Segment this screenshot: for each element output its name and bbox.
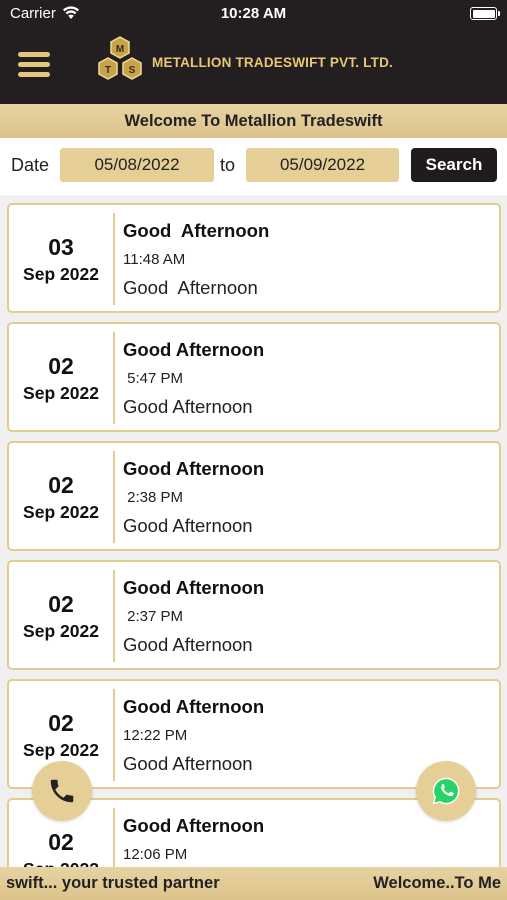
message-month: Sep 2022 xyxy=(23,621,99,641)
message-title: Good Afternoon xyxy=(123,815,265,836)
message-title: Good Afternoon xyxy=(123,220,270,241)
message-time: 2:37 PM xyxy=(123,608,184,625)
message-month: Sep 2022 xyxy=(23,383,99,403)
ticker-text-right: Welcome..To Me xyxy=(373,874,501,892)
message-time: 11:48 AM xyxy=(123,251,186,268)
message-day: 02 xyxy=(48,353,74,379)
card-divider xyxy=(113,332,115,424)
message-body: Good Afternoon xyxy=(123,634,253,655)
message-card[interactable]: 02 Sep 2022 Good Afternoon 2:37 PM Good … xyxy=(7,560,501,670)
message-body: Good Afternoon xyxy=(123,515,253,536)
message-month: Sep 2022 xyxy=(9,859,113,867)
logo-letter-t: T xyxy=(105,65,111,76)
message-time: 2:38 PM xyxy=(123,489,184,506)
date-filter: Date 05/08/2022 to 05/09/2022 Search xyxy=(0,138,507,192)
hamburger-menu-icon[interactable] xyxy=(18,52,50,78)
message-body: Good Afternoon xyxy=(123,396,253,417)
message-body: Good Afternoon xyxy=(123,753,253,774)
search-button[interactable]: Search xyxy=(411,148,497,182)
message-month: Sep 2022 xyxy=(23,502,99,522)
call-button[interactable] xyxy=(32,761,92,821)
message-date: 03 Sep 2022 xyxy=(9,205,113,311)
message-day: 02 xyxy=(48,710,74,736)
card-divider xyxy=(113,689,115,781)
message-title: Good Afternoon xyxy=(123,577,265,598)
message-time: 12:06 PM xyxy=(123,846,188,863)
logo-letter-s: S xyxy=(129,65,136,76)
message-title: Good Afternoon xyxy=(123,696,265,717)
phone-icon xyxy=(50,779,74,803)
battery-icon xyxy=(470,7,500,20)
logo-letter-m: M xyxy=(116,44,124,55)
card-divider xyxy=(113,451,115,543)
message-title: Good Afternoon xyxy=(123,339,265,360)
message-card[interactable]: 02 Sep 2022 Good Afternoon 5:47 PM Good … xyxy=(7,322,501,432)
message-day: 03 xyxy=(48,234,74,260)
to-label: to xyxy=(220,155,236,175)
message-body: Good Afternoon xyxy=(123,277,258,298)
message-day: 02 xyxy=(48,829,74,855)
message-card[interactable]: 02 Sep 2022 Good Afternoon 2:38 PM Good … xyxy=(7,441,501,551)
message-day: 02 xyxy=(48,472,74,498)
news-ticker: swift... your trusted partner Welcome..T… xyxy=(0,867,507,900)
brand-name: METALLION TRADESWIFT PVT. LTD. xyxy=(152,55,393,70)
company-logo: M T S xyxy=(94,36,150,93)
message-card[interactable]: 03 Sep 2022 Good Afternoon 11:48 AM Good… xyxy=(7,203,501,313)
message-month: Sep 2022 xyxy=(23,740,99,760)
ticker-text-left: swift... your trusted partner xyxy=(6,874,220,892)
message-title: Good Afternoon xyxy=(123,458,265,479)
message-date: 02 Sep 2022 xyxy=(9,324,113,430)
from-date-field[interactable]: 05/08/2022 xyxy=(60,148,214,182)
app-header: M T S METALLION TRADESWIFT PVT. LTD. xyxy=(0,28,507,104)
welcome-banner: Welcome To Metallion Tradeswift xyxy=(0,104,507,138)
message-day: 02 xyxy=(48,591,74,617)
clock: 10:28 AM xyxy=(220,5,287,22)
date-label: Date xyxy=(11,155,50,175)
card-divider xyxy=(113,570,115,662)
card-divider xyxy=(113,808,115,867)
card-divider xyxy=(113,213,115,305)
message-month: Sep 2022 xyxy=(23,264,99,284)
whatsapp-icon xyxy=(432,777,460,805)
status-bar: Carrier 10:28 AM xyxy=(0,0,507,28)
message-time: 12:22 PM xyxy=(123,727,188,744)
message-time: 5:47 PM xyxy=(123,370,184,387)
whatsapp-button[interactable] xyxy=(416,761,476,821)
message-date: 02 Sep 2022 xyxy=(9,443,113,549)
message-date: 02 Sep 2022 xyxy=(9,562,113,668)
to-date-field[interactable]: 05/09/2022 xyxy=(246,148,399,182)
